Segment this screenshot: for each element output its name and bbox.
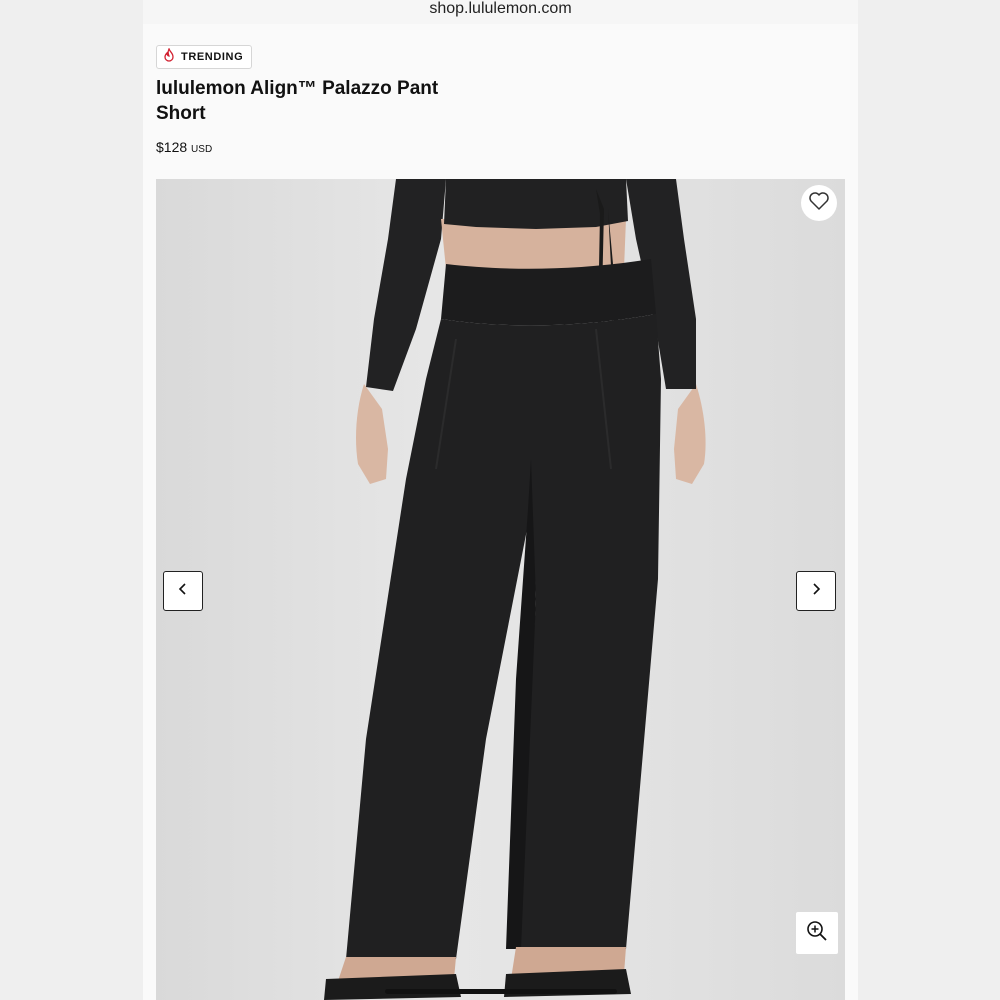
background-right xyxy=(858,0,1000,1000)
price-currency: USD xyxy=(191,144,213,155)
next-image-button[interactable] xyxy=(796,571,836,611)
heart-icon xyxy=(808,191,830,216)
background-left xyxy=(0,0,143,1000)
zoom-in-icon xyxy=(806,920,828,947)
flame-icon xyxy=(163,46,175,67)
badge-label: TRENDING xyxy=(181,51,244,63)
url-text: shop.lululemon.com xyxy=(429,0,572,17)
price-amount: $128 xyxy=(156,139,188,155)
home-indicator[interactable] xyxy=(385,989,617,994)
chevron-right-icon xyxy=(810,582,822,601)
product-page: TRENDING lululemon Align™ Palazzo Pant S… xyxy=(143,24,858,1000)
product-image-carousel[interactable] xyxy=(156,179,845,1000)
url-bar[interactable]: shop.lululemon.com xyxy=(143,0,858,25)
favorite-button[interactable] xyxy=(801,185,837,221)
product-title: lululemon Align™ Palazzo Pant Short xyxy=(156,78,439,124)
previous-image-button[interactable] xyxy=(163,571,203,611)
product-photo xyxy=(324,179,706,1000)
trending-badge: TRENDING xyxy=(156,45,253,69)
product-price: $128 USD xyxy=(156,139,212,155)
chevron-left-icon xyxy=(177,582,189,601)
zoom-button[interactable] xyxy=(796,912,838,954)
